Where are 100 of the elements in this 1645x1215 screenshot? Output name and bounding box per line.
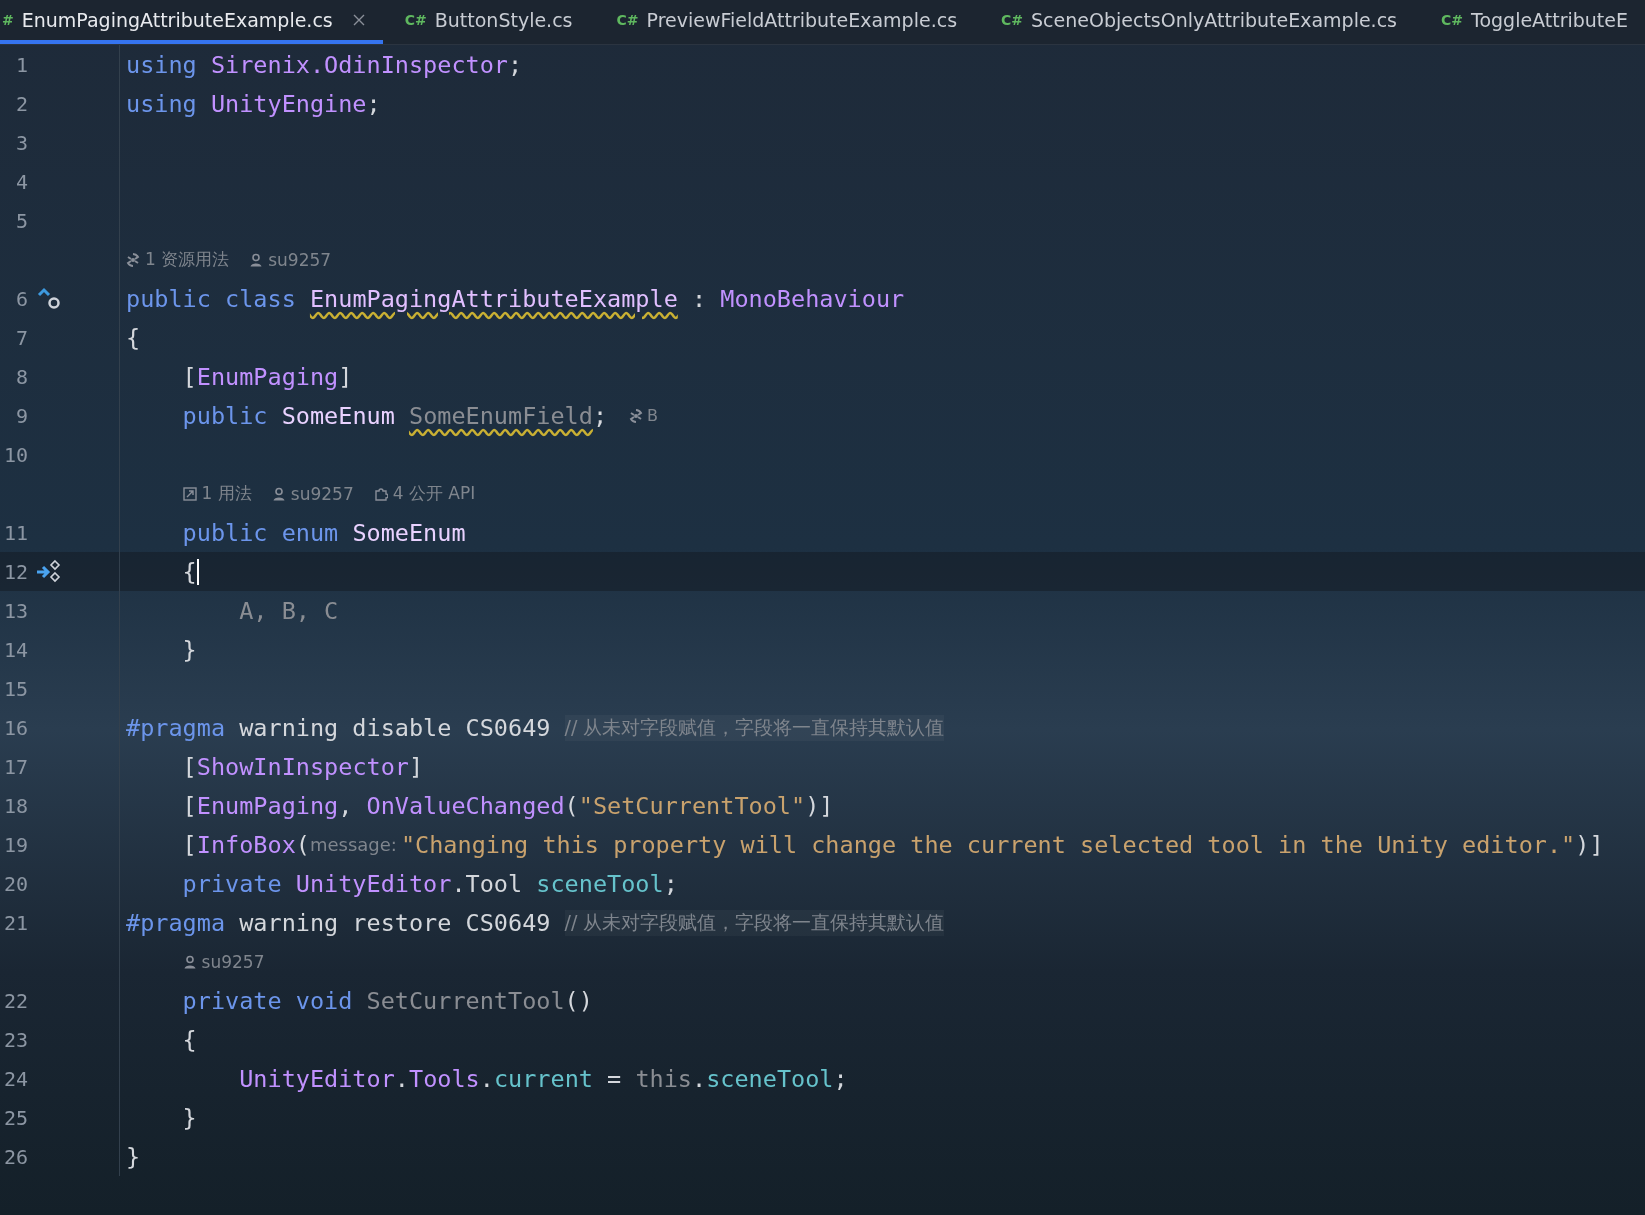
language-label: C# [1001, 12, 1024, 28]
line-number: 3 [14, 130, 28, 155]
enum-name: SomeEnum [281, 401, 396, 430]
code-comment: // 从未对字段赋值，字段将一直保持其默认值 [564, 909, 945, 936]
code-vision-hint[interactable]: 1 资源用法 [126, 248, 230, 271]
line-number: 17 [2, 754, 28, 779]
code-text: . [692, 1064, 707, 1093]
person-icon [249, 252, 264, 267]
keyword: #pragma [126, 908, 227, 937]
line-number: 2 [14, 91, 28, 116]
code-text: [ [181, 752, 197, 781]
language-label: C# [1441, 12, 1463, 28]
code-vision-hint[interactable]: 4 公开 API [373, 482, 476, 505]
code-text: = [606, 1064, 623, 1093]
hint-text: su9257 [290, 483, 354, 504]
field-name: current [493, 1064, 593, 1093]
code-text: ; [663, 869, 678, 898]
code-text: warning disable CS0649 [239, 713, 552, 742]
line-number: 10 [2, 442, 28, 467]
code-text: )] [1575, 830, 1604, 859]
code-text: [ [181, 791, 197, 820]
close-icon[interactable] [352, 14, 365, 26]
field-name: sceneTool [536, 869, 664, 898]
enum-name: SomeEnum [352, 518, 466, 547]
type-name: ShowInInspector [196, 752, 409, 781]
keyword: public [181, 401, 269, 430]
tab-label: ToggleAttributeE [1471, 9, 1628, 31]
type-name: MonoBehaviour [720, 284, 905, 313]
unused-code: SomeEnumField [409, 401, 593, 430]
file-tab[interactable]: # EnumPagingAttributeExample.cs [0, 0, 383, 44]
code-text: () [564, 986, 593, 1015]
line-number: 13 [2, 598, 28, 623]
unused-code: A, B, C [238, 596, 339, 625]
type-name: InfoBox [196, 830, 296, 859]
line-number: 9 [14, 403, 28, 428]
language-label: C# [616, 12, 639, 28]
keyword: private void [181, 986, 354, 1015]
code-text: ; [508, 50, 523, 79]
line-number: 6 [14, 286, 28, 311]
code-text: ; [366, 89, 381, 118]
code-text: : [690, 284, 708, 313]
string-literal: "Changing this property will change the current selected tool in the Unity editor." [400, 830, 1576, 859]
code-text: } [181, 1103, 197, 1132]
line-number: 26 [2, 1144, 28, 1169]
keyword: using [126, 89, 198, 118]
tab-label: ButtonStyle.cs [434, 9, 573, 31]
code-text: ( [564, 791, 579, 820]
code-text: )] [805, 791, 834, 820]
code-vision-hint[interactable]: su9257 [249, 248, 332, 271]
file-tab[interactable]: C# ButtonStyle.cs [402, 0, 595, 44]
line-number: 16 [2, 715, 28, 740]
line-number: 18 [2, 793, 28, 818]
code-text: warning restore CS0649 [239, 908, 552, 937]
unused-code: SetCurrentTool [366, 986, 565, 1015]
inlay-hint[interactable]: B [629, 406, 659, 425]
parameter-hint: message: [309, 834, 397, 855]
line-number: 14 [2, 637, 28, 662]
code-vision-hint[interactable]: su9257 [271, 482, 354, 505]
file-tab[interactable]: C# SceneObjectsOnlyAttributeExample.cs [999, 0, 1419, 44]
hint-text: su9257 [268, 249, 332, 270]
line-number: 1 [14, 52, 28, 77]
line-number: 25 [2, 1105, 28, 1130]
keyword: public enum [181, 518, 340, 547]
code-text: . [479, 1064, 494, 1093]
code-text: } [181, 635, 197, 664]
file-tab[interactable]: C# ToggleAttributeE [1439, 0, 1645, 44]
line-number: 4 [14, 169, 28, 194]
line-number: 23 [2, 1027, 28, 1052]
class-name: EnumPagingAttributeExample [309, 284, 678, 313]
line-number: 24 [2, 1066, 28, 1091]
line-number: 21 [2, 910, 28, 935]
hint-text: 1 用法 [201, 482, 252, 505]
code-text: { [181, 1025, 197, 1054]
unused-code: this [635, 1064, 692, 1093]
type-name: EnumPaging [196, 791, 339, 820]
hint-text: 4 公开 API [392, 482, 476, 505]
usage-icon [629, 408, 644, 423]
code-text: { [126, 323, 141, 352]
tab-label: EnumPagingAttributeExample.cs [21, 9, 333, 31]
line-number: 5 [14, 208, 28, 233]
line-number: 15 [2, 676, 28, 701]
keyword: #pragma [126, 713, 227, 742]
code-text: ( [295, 830, 310, 859]
keyword: private [181, 869, 283, 898]
hint-text: 1 资源用法 [145, 248, 230, 271]
code-text: .Tool [451, 869, 524, 898]
puzzle-icon [373, 486, 388, 501]
code-comment: // 从未对字段赋值，字段将一直保持其默认值 [564, 714, 945, 741]
person-icon [182, 954, 197, 969]
code-text: { [181, 557, 197, 586]
code-vision-hint[interactable]: su9257 [182, 951, 265, 972]
code-text: ] [338, 362, 353, 391]
type-name: EnumPaging [196, 362, 339, 391]
line-number: 8 [14, 364, 28, 389]
code-vision-hint[interactable]: 1 用法 [182, 482, 252, 505]
line-number: 22 [2, 988, 28, 1013]
file-tab[interactable]: C# PreviewFieldAttributeExample.cs [614, 0, 980, 44]
line-number: 11 [2, 520, 28, 545]
code-text: [ [181, 830, 197, 859]
code-text: ; [833, 1064, 848, 1093]
